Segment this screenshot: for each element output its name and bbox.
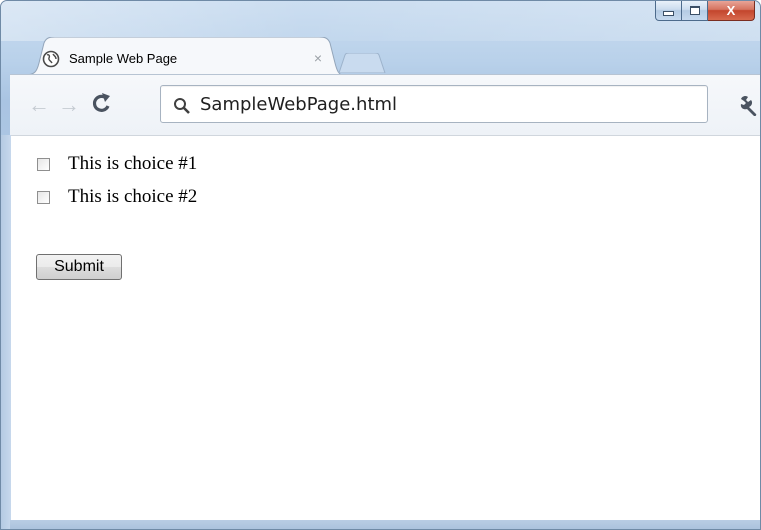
address-text: SampleWebPage.html	[200, 94, 398, 115]
window-bottom-border	[10, 520, 760, 529]
reload-icon[interactable]	[90, 91, 112, 115]
globe-icon	[42, 50, 60, 68]
submit-button[interactable]: Submit	[36, 254, 122, 280]
close-icon: X	[726, 3, 736, 18]
wrench-icon[interactable]	[738, 94, 760, 116]
choice-1-label: This is choice #1	[68, 153, 198, 174]
minimize-icon	[663, 11, 674, 16]
forward-icon[interactable]: →	[58, 94, 80, 116]
maximize-icon	[689, 6, 700, 15]
back-icon[interactable]: ←	[28, 94, 50, 116]
browser-toolbar: ← → SampleWebPage.html	[10, 74, 760, 135]
tab-close-icon[interactable]: ×	[310, 50, 326, 66]
choice-1[interactable]: This is choice #1	[37, 152, 197, 176]
tab-title: Sample Web Page	[69, 51, 178, 66]
close-window-button[interactable]: X	[708, 1, 755, 21]
maximize-button[interactable]	[682, 1, 708, 21]
window-left-border	[1, 135, 11, 529]
page-content: This is choice #1 This is choice #2 Subm…	[11, 135, 760, 521]
caption-buttons: X	[655, 1, 755, 22]
new-tab-button[interactable]	[337, 53, 387, 73]
search-icon	[174, 98, 190, 114]
choice-1-checkbox[interactable]	[37, 157, 50, 171]
choice-2-checkbox[interactable]	[37, 190, 50, 204]
choice-2[interactable]: This is choice #2	[37, 185, 197, 209]
browser-window: X Sample Web Page × ← → SampleWebPage.ht…	[0, 0, 761, 530]
minimize-button[interactable]	[655, 1, 682, 21]
choice-2-label: This is choice #2	[68, 186, 198, 207]
